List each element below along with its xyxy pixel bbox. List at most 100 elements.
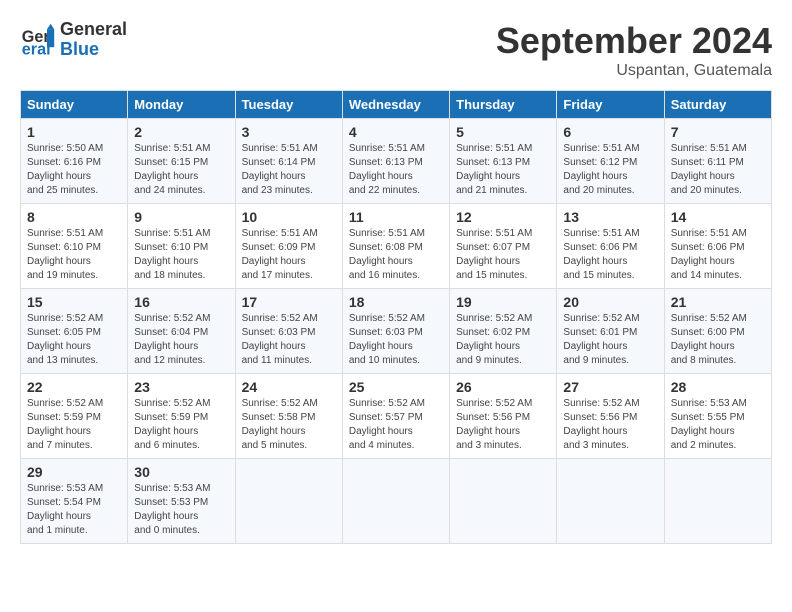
day-number: 5 xyxy=(456,124,550,140)
calendar-cell: 6 Sunrise: 5:51 AM Sunset: 6:12 PM Dayli… xyxy=(557,119,664,204)
week-row-4: 22 Sunrise: 5:52 AM Sunset: 5:59 PM Dayl… xyxy=(21,374,772,459)
day-number: 3 xyxy=(242,124,336,140)
calendar-cell: 14 Sunrise: 5:51 AM Sunset: 6:06 PM Dayl… xyxy=(664,204,771,289)
day-number: 22 xyxy=(27,379,121,395)
calendar-cell: 17 Sunrise: 5:52 AM Sunset: 6:03 PM Dayl… xyxy=(235,289,342,374)
day-info: Sunrise: 5:51 AM Sunset: 6:12 PM Dayligh… xyxy=(563,142,657,198)
calendar-cell: 18 Sunrise: 5:52 AM Sunset: 6:03 PM Dayl… xyxy=(342,289,449,374)
weekday-friday: Friday xyxy=(557,91,664,119)
day-number: 8 xyxy=(27,209,121,225)
logo-line1: General xyxy=(60,20,127,40)
day-info: Sunrise: 5:53 AM Sunset: 5:53 PM Dayligh… xyxy=(134,482,228,538)
day-number: 15 xyxy=(27,294,121,310)
weekday-tuesday: Tuesday xyxy=(235,91,342,119)
calendar-cell: 24 Sunrise: 5:52 AM Sunset: 5:58 PM Dayl… xyxy=(235,374,342,459)
day-info: Sunrise: 5:52 AM Sunset: 5:58 PM Dayligh… xyxy=(242,397,336,453)
day-number: 1 xyxy=(27,124,121,140)
day-number: 21 xyxy=(671,294,765,310)
day-number: 13 xyxy=(563,209,657,225)
day-info: Sunrise: 5:52 AM Sunset: 6:00 PM Dayligh… xyxy=(671,312,765,368)
day-number: 30 xyxy=(134,464,228,480)
day-info: Sunrise: 5:52 AM Sunset: 6:05 PM Dayligh… xyxy=(27,312,121,368)
day-info: Sunrise: 5:52 AM Sunset: 6:02 PM Dayligh… xyxy=(456,312,550,368)
weekday-thursday: Thursday xyxy=(450,91,557,119)
day-info: Sunrise: 5:51 AM Sunset: 6:10 PM Dayligh… xyxy=(27,227,121,283)
page-header: Gen eral General Blue September 2024 Usp… xyxy=(20,20,772,80)
day-info: Sunrise: 5:51 AM Sunset: 6:07 PM Dayligh… xyxy=(456,227,550,283)
month-title: September 2024 xyxy=(496,20,772,62)
day-info: Sunrise: 5:52 AM Sunset: 6:04 PM Dayligh… xyxy=(134,312,228,368)
day-number: 28 xyxy=(671,379,765,395)
calendar-cell: 1 Sunrise: 5:50 AM Sunset: 6:16 PM Dayli… xyxy=(21,119,128,204)
day-info: Sunrise: 5:53 AM Sunset: 5:55 PM Dayligh… xyxy=(671,397,765,453)
calendar-cell: 23 Sunrise: 5:52 AM Sunset: 5:59 PM Dayl… xyxy=(128,374,235,459)
calendar-cell: 26 Sunrise: 5:52 AM Sunset: 5:56 PM Dayl… xyxy=(450,374,557,459)
day-number: 18 xyxy=(349,294,443,310)
title-block: September 2024 Uspantan, Guatemala xyxy=(496,20,772,80)
calendar-cell: 13 Sunrise: 5:51 AM Sunset: 6:06 PM Dayl… xyxy=(557,204,664,289)
day-info: Sunrise: 5:52 AM Sunset: 5:59 PM Dayligh… xyxy=(134,397,228,453)
calendar-cell: 30 Sunrise: 5:53 AM Sunset: 5:53 PM Dayl… xyxy=(128,459,235,544)
calendar-cell: 5 Sunrise: 5:51 AM Sunset: 6:13 PM Dayli… xyxy=(450,119,557,204)
day-number: 2 xyxy=(134,124,228,140)
day-info: Sunrise: 5:51 AM Sunset: 6:09 PM Dayligh… xyxy=(242,227,336,283)
weekday-monday: Monday xyxy=(128,91,235,119)
day-number: 17 xyxy=(242,294,336,310)
calendar-cell: 7 Sunrise: 5:51 AM Sunset: 6:11 PM Dayli… xyxy=(664,119,771,204)
calendar-cell xyxy=(235,459,342,544)
day-number: 10 xyxy=(242,209,336,225)
day-info: Sunrise: 5:50 AM Sunset: 6:16 PM Dayligh… xyxy=(27,142,121,198)
calendar-cell: 28 Sunrise: 5:53 AM Sunset: 5:55 PM Dayl… xyxy=(664,374,771,459)
logo: Gen eral General Blue xyxy=(20,20,127,60)
day-number: 19 xyxy=(456,294,550,310)
week-row-3: 15 Sunrise: 5:52 AM Sunset: 6:05 PM Dayl… xyxy=(21,289,772,374)
weekday-saturday: Saturday xyxy=(664,91,771,119)
day-number: 16 xyxy=(134,294,228,310)
location: Uspantan, Guatemala xyxy=(496,62,772,80)
calendar-cell xyxy=(557,459,664,544)
day-number: 11 xyxy=(349,209,443,225)
calendar-cell: 10 Sunrise: 5:51 AM Sunset: 6:09 PM Dayl… xyxy=(235,204,342,289)
week-row-5: 29 Sunrise: 5:53 AM Sunset: 5:54 PM Dayl… xyxy=(21,459,772,544)
day-info: Sunrise: 5:51 AM Sunset: 6:15 PM Dayligh… xyxy=(134,142,228,198)
day-number: 25 xyxy=(349,379,443,395)
day-info: Sunrise: 5:51 AM Sunset: 6:13 PM Dayligh… xyxy=(456,142,550,198)
calendar-cell: 27 Sunrise: 5:52 AM Sunset: 5:56 PM Dayl… xyxy=(557,374,664,459)
day-info: Sunrise: 5:51 AM Sunset: 6:14 PM Dayligh… xyxy=(242,142,336,198)
day-info: Sunrise: 5:52 AM Sunset: 5:57 PM Dayligh… xyxy=(349,397,443,453)
day-number: 24 xyxy=(242,379,336,395)
calendar-cell: 21 Sunrise: 5:52 AM Sunset: 6:00 PM Dayl… xyxy=(664,289,771,374)
calendar-cell: 8 Sunrise: 5:51 AM Sunset: 6:10 PM Dayli… xyxy=(21,204,128,289)
day-info: Sunrise: 5:52 AM Sunset: 6:03 PM Dayligh… xyxy=(349,312,443,368)
page-container: Gen eral General Blue September 2024 Usp… xyxy=(20,20,772,544)
day-info: Sunrise: 5:53 AM Sunset: 5:54 PM Dayligh… xyxy=(27,482,121,538)
calendar-cell: 19 Sunrise: 5:52 AM Sunset: 6:02 PM Dayl… xyxy=(450,289,557,374)
calendar-cell: 15 Sunrise: 5:52 AM Sunset: 6:05 PM Dayl… xyxy=(21,289,128,374)
day-number: 14 xyxy=(671,209,765,225)
day-info: Sunrise: 5:51 AM Sunset: 6:11 PM Dayligh… xyxy=(671,142,765,198)
calendar-cell: 11 Sunrise: 5:51 AM Sunset: 6:08 PM Dayl… xyxy=(342,204,449,289)
calendar-cell: 4 Sunrise: 5:51 AM Sunset: 6:13 PM Dayli… xyxy=(342,119,449,204)
day-info: Sunrise: 5:51 AM Sunset: 6:08 PM Dayligh… xyxy=(349,227,443,283)
calendar-table: SundayMondayTuesdayWednesdayThursdayFrid… xyxy=(20,90,772,544)
calendar-cell: 3 Sunrise: 5:51 AM Sunset: 6:14 PM Dayli… xyxy=(235,119,342,204)
weekday-sunday: Sunday xyxy=(21,91,128,119)
day-number: 9 xyxy=(134,209,228,225)
day-number: 12 xyxy=(456,209,550,225)
week-row-2: 8 Sunrise: 5:51 AM Sunset: 6:10 PM Dayli… xyxy=(21,204,772,289)
calendar-cell xyxy=(664,459,771,544)
day-number: 29 xyxy=(27,464,121,480)
day-number: 7 xyxy=(671,124,765,140)
day-number: 20 xyxy=(563,294,657,310)
calendar-cell: 12 Sunrise: 5:51 AM Sunset: 6:07 PM Dayl… xyxy=(450,204,557,289)
day-number: 4 xyxy=(349,124,443,140)
day-info: Sunrise: 5:51 AM Sunset: 6:13 PM Dayligh… xyxy=(349,142,443,198)
day-number: 26 xyxy=(456,379,550,395)
day-number: 6 xyxy=(563,124,657,140)
calendar-cell: 2 Sunrise: 5:51 AM Sunset: 6:15 PM Dayli… xyxy=(128,119,235,204)
day-info: Sunrise: 5:52 AM Sunset: 5:59 PM Dayligh… xyxy=(27,397,121,453)
weekday-header-row: SundayMondayTuesdayWednesdayThursdayFrid… xyxy=(21,91,772,119)
calendar-cell xyxy=(450,459,557,544)
day-info: Sunrise: 5:52 AM Sunset: 6:03 PM Dayligh… xyxy=(242,312,336,368)
logo-icon: Gen eral xyxy=(20,22,56,58)
